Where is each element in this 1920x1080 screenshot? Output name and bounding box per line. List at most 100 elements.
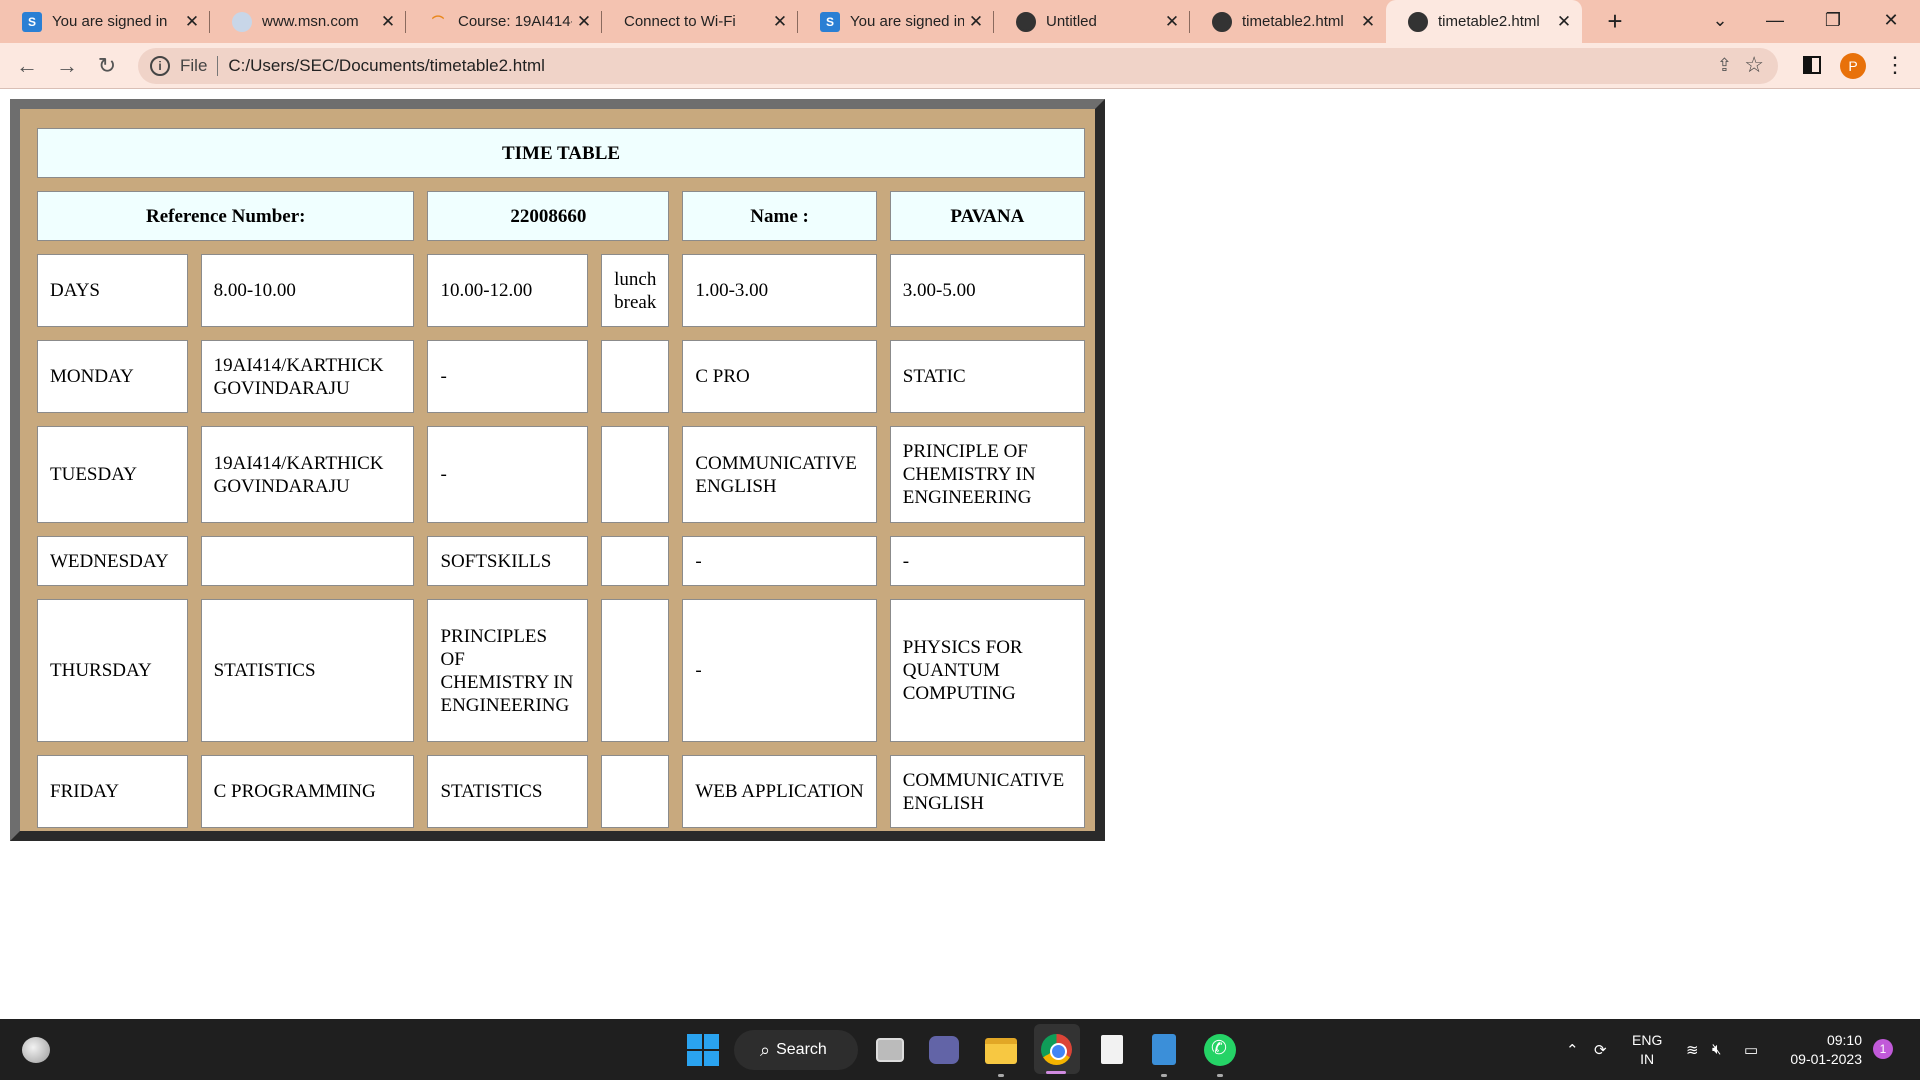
close-icon[interactable]: ✕ <box>1552 12 1576 32</box>
browser-tab[interactable]: S You are signed in ✕ <box>0 0 210 43</box>
close-icon[interactable]: ✕ <box>180 12 204 32</box>
volume-muted-icon[interactable]: 🔇︎ <box>1712 1019 1721 1080</box>
share-icon[interactable]: ⇪ <box>1717 55 1732 76</box>
tab-title: timetable2.html <box>1242 13 1344 30</box>
page-content: TIME TABLE Reference Number: 22008660 Na… <box>0 89 1920 1019</box>
table-cell: WEB APPLICATION <box>682 755 877 828</box>
time: 09:10 <box>1826 1032 1862 1048</box>
table-cell: PRINCIPLES OF CHEMISTRY IN ENGINEERING <box>427 599 589 742</box>
task-view-icon[interactable] <box>876 1038 904 1062</box>
slot-header: 1.00-3.00 <box>682 254 877 327</box>
lunch-cell <box>601 536 670 586</box>
reload-icon[interactable]: ↻ <box>92 51 122 81</box>
tab-title: timetable2.html <box>1438 13 1540 30</box>
lunch-cell <box>601 755 670 828</box>
browser-tab[interactable]: Untitled ✕ <box>994 0 1190 43</box>
name-value: PAVANA <box>889 191 1085 241</box>
info-icon[interactable]: i <box>150 56 170 76</box>
table-cell: 19AI414/KARTHICK GOVINDARAJU <box>200 426 415 523</box>
table-row: WEDNESDAY SOFTSKILLS - - <box>37 536 1085 586</box>
browser-tab[interactable]: Connect to Wi-Fi ✕ <box>602 0 798 43</box>
battery-icon[interactable]: ▭ <box>1744 1019 1758 1080</box>
address-bar[interactable]: i File C:/Users/SEC/Documents/timetable2… <box>138 48 1778 84</box>
chrome-icon[interactable] <box>1041 1034 1072 1065</box>
days-header: DAYS <box>37 254 188 327</box>
close-icon[interactable]: ✕ <box>964 12 988 32</box>
day-cell: THURSDAY <box>37 599 188 742</box>
notification-badge[interactable]: 1 <box>1873 1039 1893 1059</box>
language-indicator[interactable]: ENG IN <box>1632 1031 1662 1069</box>
profile-avatar[interactable]: P <box>1840 53 1866 79</box>
browser-tab[interactable]: timetable2.html ✕ <box>1190 0 1386 43</box>
back-icon[interactable]: ← <box>12 51 42 81</box>
weather-icon[interactable] <box>22 1037 50 1063</box>
forward-icon[interactable]: → <box>52 51 82 81</box>
sync-icon[interactable]: ⟳ <box>1594 1019 1607 1080</box>
timetable-title: TIME TABLE <box>37 128 1085 178</box>
taskbar: ⌕ Search ⌃ ⟳ ENG IN ≋ 🔇︎ ▭ 09:10 09-01-2… <box>0 1019 1920 1080</box>
restore-button[interactable]: ❐ <box>1808 0 1858 40</box>
timetable-frame: TIME TABLE Reference Number: 22008660 Na… <box>10 99 1105 841</box>
timetable: TIME TABLE Reference Number: 22008660 Na… <box>24 115 1098 841</box>
reference-label: Reference Number: <box>37 191 415 241</box>
table-cell: STATISTICS <box>200 599 415 742</box>
chevron-up-icon[interactable]: ⌃ <box>1566 1019 1579 1080</box>
notepad-icon[interactable] <box>1152 1034 1176 1065</box>
lunch-cell <box>601 426 670 523</box>
teams-chat-icon[interactable] <box>929 1036 959 1064</box>
browser-tab[interactable]: www.msn.com ✕ <box>210 0 406 43</box>
tab-strip: S You are signed in ✕ www.msn.com ✕ ⌒ Co… <box>0 0 1920 43</box>
wifi-icon[interactable]: ≋ <box>1686 1019 1699 1080</box>
close-icon[interactable]: ✕ <box>376 12 400 32</box>
tab-title: Untitled <box>1046 13 1097 30</box>
date: 09-01-2023 <box>1790 1051 1862 1067</box>
globe-icon <box>1408 11 1428 32</box>
table-cell: - <box>427 426 589 523</box>
table-cell: - <box>427 340 589 413</box>
search-label: Search <box>776 1041 827 1058</box>
close-icon[interactable]: ✕ <box>572 12 596 32</box>
tab-search-icon[interactable]: ⌄ <box>1695 0 1745 40</box>
close-icon[interactable]: ✕ <box>1356 12 1380 32</box>
taskbar-search-button[interactable]: ⌕ Search <box>734 1030 858 1070</box>
table-cell: 19AI414/KARTHICK GOVINDARAJU <box>200 340 415 413</box>
msn-icon <box>232 11 252 32</box>
table-cell: COMMUNICATIVE ENGLISH <box>889 755 1085 828</box>
document-icon[interactable] <box>1101 1035 1123 1064</box>
whatsapp-icon[interactable] <box>1204 1034 1236 1066</box>
lunch-header: lunch break <box>601 254 670 327</box>
close-window-button[interactable]: ✕ <box>1866 0 1916 40</box>
new-tab-button[interactable]: + <box>1600 6 1630 36</box>
file-explorer-icon[interactable] <box>985 1038 1017 1064</box>
browser-tab[interactable]: S You are signed in ✕ <box>798 0 994 43</box>
table-cell: PRINCIPLE OF CHEMISTRY IN ENGINEERING <box>889 426 1085 523</box>
slot-header: 3.00-5.00 <box>889 254 1085 327</box>
table-cell: STATIC <box>889 340 1085 413</box>
table-cell: PHYSICS FOR QUANTUM COMPUTING <box>889 599 1085 742</box>
windows-start-icon[interactable] <box>687 1034 719 1066</box>
table-row: TUESDAY 19AI414/KARTHICK GOVINDARAJU - C… <box>37 426 1085 523</box>
table-header-row: DAYS 8.00-10.00 10.00-12.00 lunch break … <box>37 254 1085 327</box>
minimize-button[interactable]: — <box>1750 0 1800 40</box>
browser-tab[interactable]: ⌒ Course: 19AI414- ✕ <box>406 0 602 43</box>
table-cell: COMMUNICATIVE ENGLISH <box>682 426 877 523</box>
day-cell: FRIDAY <box>37 755 188 828</box>
clock[interactable]: 09:10 09-01-2023 <box>1780 1031 1862 1069</box>
globe-icon <box>1016 11 1036 32</box>
slot-header: 10.00-12.00 <box>427 254 589 327</box>
browser-tab-active[interactable]: timetable2.html ✕ <box>1386 0 1582 43</box>
table-cell: - <box>682 536 877 586</box>
side-panel-icon[interactable] <box>1803 56 1821 74</box>
search-icon: ⌕ <box>760 1039 771 1060</box>
tab-title: Course: 19AI414- <box>458 13 572 30</box>
address-url[interactable]: C:/Users/SEC/Documents/timetable2.html <box>228 56 545 76</box>
table-row: MONDAY 19AI414/KARTHICK GOVINDARAJU - C … <box>37 340 1085 413</box>
close-icon[interactable]: ✕ <box>1160 12 1184 32</box>
bookmark-star-icon[interactable]: ☆ <box>1744 52 1764 78</box>
day-cell: TUESDAY <box>37 426 188 523</box>
table-cell: C PRO <box>682 340 877 413</box>
menu-icon[interactable]: ⋮ <box>1884 52 1906 78</box>
close-icon[interactable]: ✕ <box>768 12 792 32</box>
table-cell: C PROGRAMMING <box>200 755 415 828</box>
reference-value: 22008660 <box>427 191 670 241</box>
